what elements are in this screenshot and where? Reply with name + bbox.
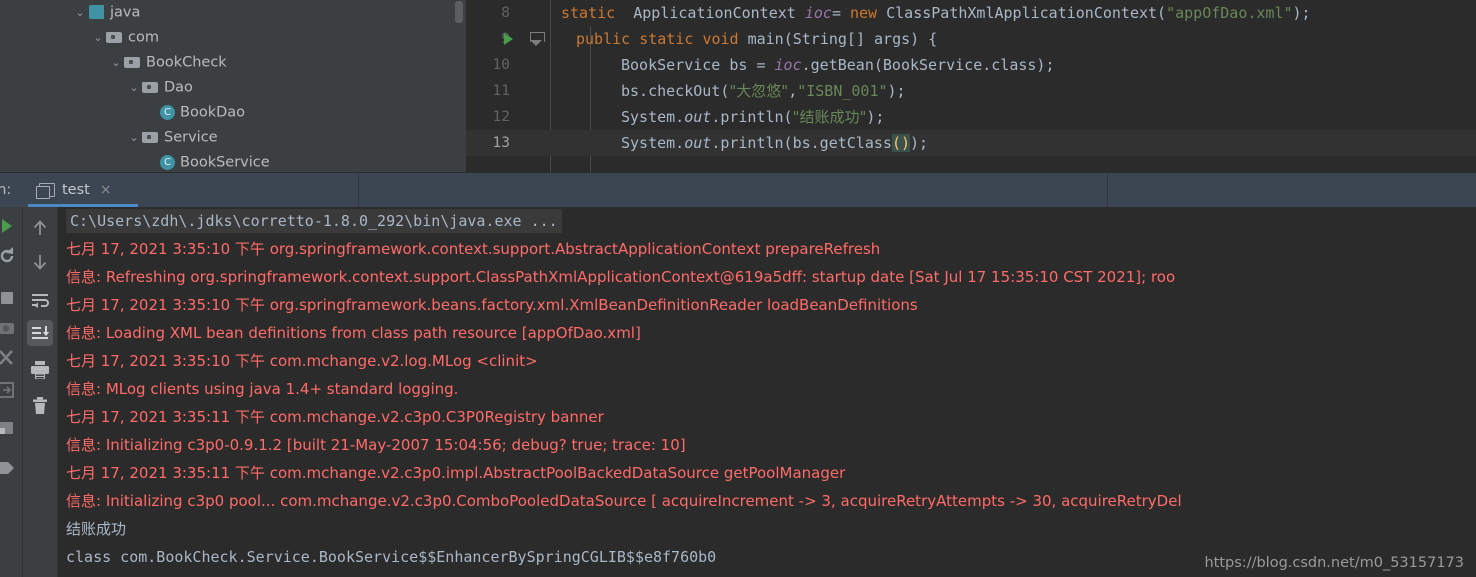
soft-wrap-icon[interactable] xyxy=(27,287,53,313)
folder-icon xyxy=(124,55,142,69)
scroll-end-icon[interactable] xyxy=(27,320,53,346)
console-line: 结账成功 xyxy=(66,520,127,538)
console-line-text: C:\Users\zdh\.jdks\corretto-1.8.0_292\bi… xyxy=(66,209,562,233)
console-line: 七月 17, 2021 3:35:10 下午 org.springframewo… xyxy=(66,240,881,258)
tree-item-label: java xyxy=(110,4,141,21)
code-editor[interactable]: 8 static ApplicationContext ioc= new Cla… xyxy=(466,0,1476,172)
tabbar-separator xyxy=(358,174,359,207)
chevron-down-icon[interactable]: ⌄ xyxy=(72,0,88,25)
tree-item-bookservice[interactable]: ⌄ BookService xyxy=(0,150,466,172)
tree-item-label: BookCheck xyxy=(146,54,227,71)
printer-icon[interactable] xyxy=(27,357,53,383)
stop-icon[interactable] xyxy=(0,287,18,309)
code-line-8[interactable]: 8 static ApplicationContext ioc= new Cla… xyxy=(466,0,1476,26)
chevron-down-icon[interactable]: ⌄ xyxy=(108,50,124,75)
arrow-up-icon[interactable] xyxy=(27,215,53,241)
idea-window: ⌄java ⌄com ⌄BookCheck ⌄Dao ⌄BookDao ⌄Ser… xyxy=(0,0,1476,577)
folder-icon xyxy=(142,80,160,94)
tabbar-separator xyxy=(1107,174,1108,207)
pin-icon[interactable] xyxy=(0,457,18,479)
code-line-11[interactable]: 11 bs.checkOut("大忽悠","ISBN_001"); xyxy=(466,78,1476,104)
console-line: 七月 17, 2021 3:35:11 下午 com.mchange.v2.c3… xyxy=(66,408,604,426)
line-number: 10 xyxy=(492,57,510,73)
chevron-down-icon[interactable]: ⌄ xyxy=(126,125,142,150)
run-tool-window-tabbar: un: test × xyxy=(0,172,1476,207)
code-line-9[interactable]: 9 public static void main(String[] args)… xyxy=(466,26,1476,52)
console-output[interactable]: C:\Users\zdh\.jdks\corretto-1.8.0_292\bi… xyxy=(58,207,1476,577)
chevron-down-icon[interactable]: ⌄ xyxy=(90,25,106,50)
layout-icon[interactable] xyxy=(0,417,18,439)
run-tool-window-label: un: xyxy=(0,182,12,198)
run-configuration-icon xyxy=(36,182,55,199)
code-content: System.out.println(bs.getClass()); xyxy=(621,134,929,152)
console-line: 信息: Initializing c3p0-0.9.1.2 [built 21-… xyxy=(66,436,686,454)
project-tree[interactable]: ⌄java ⌄com ⌄BookCheck ⌄Dao ⌄BookDao ⌄Ser… xyxy=(0,0,466,172)
top-area: ⌄java ⌄com ⌄BookCheck ⌄Dao ⌄BookDao ⌄Ser… xyxy=(0,0,1476,172)
play-icon[interactable] xyxy=(0,215,18,237)
tab-label: test xyxy=(62,182,90,198)
code-content: System.out.println("结账成功"); xyxy=(621,108,885,126)
matched-brace-highlight: () xyxy=(891,134,910,152)
code-line-12[interactable]: 12 System.out.println("结账成功"); xyxy=(466,104,1476,130)
tree-item-label: Service xyxy=(164,129,218,146)
trash-icon[interactable] xyxy=(27,393,53,419)
line-number: 12 xyxy=(492,109,510,125)
code-fold-marker[interactable] xyxy=(530,32,545,46)
spacer: ⌄ xyxy=(144,100,160,125)
tree-item-bookdao[interactable]: ⌄ BookDao xyxy=(0,100,466,125)
console-line: 信息: MLog clients using java 1.4+ standar… xyxy=(66,380,459,398)
console-actions-toolbar[interactable] xyxy=(23,207,57,577)
console-line: 信息: Loading XML bean definitions from cl… xyxy=(66,324,641,342)
folder-icon xyxy=(106,30,124,44)
console-line: 信息: Initializing c3p0 pool... com.mchang… xyxy=(66,492,1182,510)
close-icon[interactable]: × xyxy=(100,183,112,197)
module-icon xyxy=(88,4,106,19)
code-content: public static void main(String[] args) { xyxy=(576,30,938,48)
console-line: 七月 17, 2021 3:35:10 下午 org.springframewo… xyxy=(66,296,918,314)
chevron-down-icon[interactable]: ⌄ xyxy=(126,75,142,100)
run-actions-toolbar[interactable] xyxy=(0,207,22,577)
code-content: BookService bs = ioc.getBean(BookService… xyxy=(621,56,1055,74)
tree-item-dao[interactable]: ⌄ Dao xyxy=(0,75,466,100)
code-line-10[interactable]: 10 BookService bs = ioc.getBean(BookServ… xyxy=(466,52,1476,78)
run-gutter-icon[interactable] xyxy=(504,33,513,45)
tree-item-label: com xyxy=(128,29,159,46)
tree-item-com[interactable]: ⌄ com xyxy=(0,25,466,50)
class-icon xyxy=(160,104,176,120)
code-content: static ApplicationContext ioc= new Class… xyxy=(561,4,1311,22)
tree-item-bookcheck[interactable]: ⌄ BookCheck xyxy=(0,50,466,75)
tree-item-label: Dao xyxy=(164,79,193,96)
tab-test[interactable]: test × xyxy=(28,173,122,207)
arrow-down-icon[interactable] xyxy=(27,249,53,275)
class-icon xyxy=(160,154,176,170)
line-number: 8 xyxy=(501,5,510,21)
project-tree-scrollbar[interactable] xyxy=(455,1,463,23)
tree-item-java[interactable]: ⌄ java xyxy=(0,0,466,25)
console-line-command[interactable]: C:\Users\zdh\.jdks\corretto-1.8.0_292\bi… xyxy=(58,207,1476,235)
tree-item-label: BookService xyxy=(180,154,270,171)
code-line-13[interactable]: 13 System.out.println(bs.getClass()); xyxy=(466,130,1476,156)
camera-icon[interactable] xyxy=(0,317,18,339)
code-content: bs.checkOut("大忽悠","ISBN_001"); xyxy=(621,82,906,100)
tree-item-service[interactable]: ⌄ Service xyxy=(0,125,466,150)
export-icon[interactable] xyxy=(0,379,18,401)
rerun-icon[interactable] xyxy=(0,245,18,267)
threads-icon[interactable] xyxy=(0,347,18,369)
line-number: 11 xyxy=(492,83,510,99)
console-line: 七月 17, 2021 3:35:11 下午 com.mchange.v2.c3… xyxy=(66,464,846,482)
watermark: https://blog.csdn.net/m0_53157173 xyxy=(1204,555,1464,571)
spacer: ⌄ xyxy=(144,150,160,172)
console-line: 信息: Refreshing org.springframework.conte… xyxy=(66,268,1176,286)
line-number: 13 xyxy=(492,135,510,151)
tree-item-label: BookDao xyxy=(180,104,246,121)
folder-icon xyxy=(142,130,160,144)
console-line: 七月 17, 2021 3:35:10 下午 com.mchange.v2.lo… xyxy=(66,352,538,370)
